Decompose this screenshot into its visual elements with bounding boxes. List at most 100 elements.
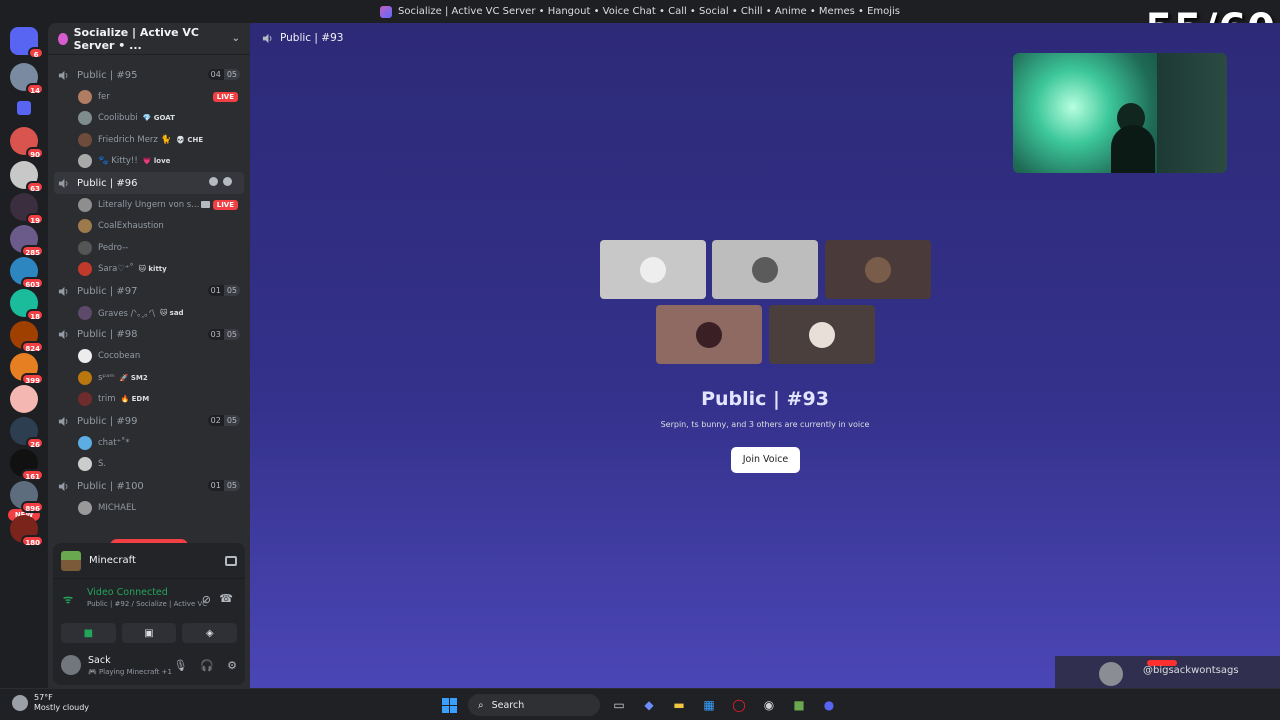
avatar	[78, 305, 92, 320]
avatar	[78, 435, 92, 450]
server-icon[interactable]: 19	[10, 193, 44, 225]
voice-member[interactable]: trim 🔥 EDM	[48, 389, 250, 411]
server-icon[interactable]: 399	[10, 353, 44, 385]
server-icon[interactable]: 824	[10, 321, 44, 353]
weather-widget[interactable]: 57°F Mostly cloudy	[12, 693, 89, 713]
server-icon[interactable]: 285	[10, 225, 44, 257]
avatar	[78, 457, 92, 472]
activity-screen-icon[interactable]	[225, 555, 237, 566]
voice-channel[interactable]: Public | #99 02 05	[48, 410, 250, 432]
chrome-icon[interactable]: ◉	[758, 694, 780, 716]
participant-tile[interactable]	[769, 305, 875, 364]
minecraft-taskbar-icon[interactable]: ■	[788, 694, 810, 716]
voice-member[interactable]: Cocobean	[48, 346, 250, 368]
add-user-icon[interactable]	[223, 177, 232, 186]
voice-member[interactable]: Sara♡⁺˚ 🐱 kitty	[48, 259, 250, 281]
server-icon[interactable]: 14	[10, 63, 44, 95]
server-icon[interactable]: 603	[10, 257, 44, 289]
task-view-icon[interactable]: ▭	[608, 694, 630, 716]
avatar[interactable]	[61, 655, 81, 675]
camera-button[interactable]: ■	[61, 623, 116, 643]
server-icon[interactable]: 6	[10, 27, 44, 59]
unread-badge: 285	[21, 245, 44, 257]
avatar	[865, 256, 891, 283]
voice-member[interactable]: Literally Ungern von s... LIVE	[48, 194, 250, 216]
noise-suppression-icon[interactable]: ⊘	[202, 593, 211, 606]
voice-channel[interactable]: Public | #98 03 05	[48, 324, 250, 346]
member-tag: 🔥 EDM	[120, 395, 150, 404]
speaker-icon	[58, 329, 68, 340]
avatar	[78, 500, 92, 515]
opera-icon[interactable]: ◯	[728, 694, 750, 716]
member-name: Pedro--	[98, 242, 129, 253]
voice-channel[interactable]: Public | #96	[54, 172, 244, 194]
unread-badge: 399	[21, 373, 44, 385]
speaker-icon	[58, 286, 68, 296]
server-icon[interactable]	[17, 101, 31, 115]
discord-icon[interactable]: ●	[818, 694, 840, 716]
server-icon[interactable]: 18	[10, 289, 44, 321]
voice-channel[interactable]: Public | #100 01 05	[48, 475, 250, 497]
voice-member[interactable]: MICHAEL	[48, 497, 250, 519]
signal-icon[interactable]: ᯤ	[63, 592, 75, 606]
server-icon[interactable]: 63	[10, 161, 44, 193]
voice-member[interactable]: CoalExhaustion	[48, 216, 250, 238]
voice-channel[interactable]: Public | #97 01 05	[48, 280, 250, 302]
voice-member[interactable]: chat⁺˚*	[48, 432, 250, 454]
channel-title: Public | #93	[280, 32, 344, 44]
server-icon[interactable]: 90	[10, 127, 44, 159]
chat-icon[interactable]	[209, 177, 218, 186]
chevron-down-icon[interactable]: ⌄	[232, 33, 240, 44]
participant-tile[interactable]	[656, 305, 762, 364]
gear-icon[interactable]: ⚙	[227, 659, 237, 672]
member-name: chat⁺˚*	[98, 437, 130, 448]
screen-share-button[interactable]: ▣	[121, 623, 177, 643]
server-icon[interactable]: 26	[10, 417, 44, 449]
search-placeholder: Search	[491, 699, 525, 711]
unread-badge: 19	[26, 213, 44, 225]
activity-button[interactable]: ◈	[182, 623, 238, 643]
guild-header[interactable]: Socialize | Active VC Server • ... ⌄	[48, 23, 250, 55]
server-icon[interactable]	[10, 385, 38, 413]
taskbar-search[interactable]: ⌕ Search	[468, 694, 600, 716]
voice-member[interactable]: fer LIVE	[48, 86, 250, 108]
voice-member[interactable]: Pedro--	[48, 237, 250, 259]
user-limit-badge: 04 05	[207, 69, 240, 80]
unread-badge: 14	[26, 83, 44, 95]
server-icon[interactable]: 161	[10, 449, 44, 481]
self-camera-preview[interactable]	[1013, 53, 1227, 173]
voice-status: ᯤ Video Connected Public | #92 / Sociali…	[53, 579, 245, 613]
weather-temp: 57°F	[34, 693, 53, 702]
join-voice-button[interactable]: Join Voice	[731, 447, 800, 473]
server-icon[interactable]: 180	[10, 515, 44, 547]
server-icon[interactable]: 896	[10, 481, 44, 513]
file-explorer-icon[interactable]: ▬	[668, 694, 690, 716]
voice-status-text[interactable]: Video Connected	[87, 587, 237, 598]
voice-channel-name: Public | #100	[77, 480, 144, 492]
activity-bar[interactable]: Minecraft	[53, 543, 245, 579]
headphones-icon[interactable]: 🎧	[200, 659, 214, 672]
voice-member[interactable]: Friedrich Merz 🐈 💀 CHE	[48, 129, 250, 151]
participant-tile[interactable]	[600, 240, 706, 299]
speaker-icon	[58, 178, 68, 188]
member-name: Graves /ᐠ｡ꞈ｡ᐟ\	[98, 308, 155, 319]
voice-member[interactable]: 🐾 Kitty!! 💗 love	[48, 151, 250, 173]
disconnect-icon[interactable]: ☎	[219, 592, 233, 605]
store-icon[interactable]: ▦	[698, 694, 720, 716]
copilot-icon[interactable]: ◆	[638, 694, 660, 716]
member-name: 🐾 Kitty!!	[98, 156, 138, 167]
voice-member[interactable]: Coolibubi 💎 GOAT	[48, 108, 250, 130]
member-name: CoalExhaustion	[98, 221, 164, 232]
username[interactable]: Sack	[88, 655, 172, 666]
microphone-icon[interactable]: 🎙	[173, 659, 187, 672]
voice-location[interactable]: Public | #92 / Socialize | Active VC Ser…	[87, 600, 207, 608]
voice-member[interactable]: Graves /ᐠ｡ꞈ｡ᐟ\ 🐱 sad	[48, 302, 250, 324]
user-limit-badge: 03 05	[207, 328, 240, 340]
search-icon: ⌕	[478, 699, 484, 711]
participant-tile[interactable]	[712, 240, 818, 299]
voice-member[interactable]: sᵖᵃᵐ 🚀 SM2	[48, 367, 250, 389]
voice-channel[interactable]: Public | #95 04 05	[48, 64, 250, 86]
voice-member[interactable]: S.	[48, 454, 250, 476]
windows-start-icon[interactable]	[438, 694, 460, 716]
participant-tile[interactable]	[825, 240, 931, 299]
